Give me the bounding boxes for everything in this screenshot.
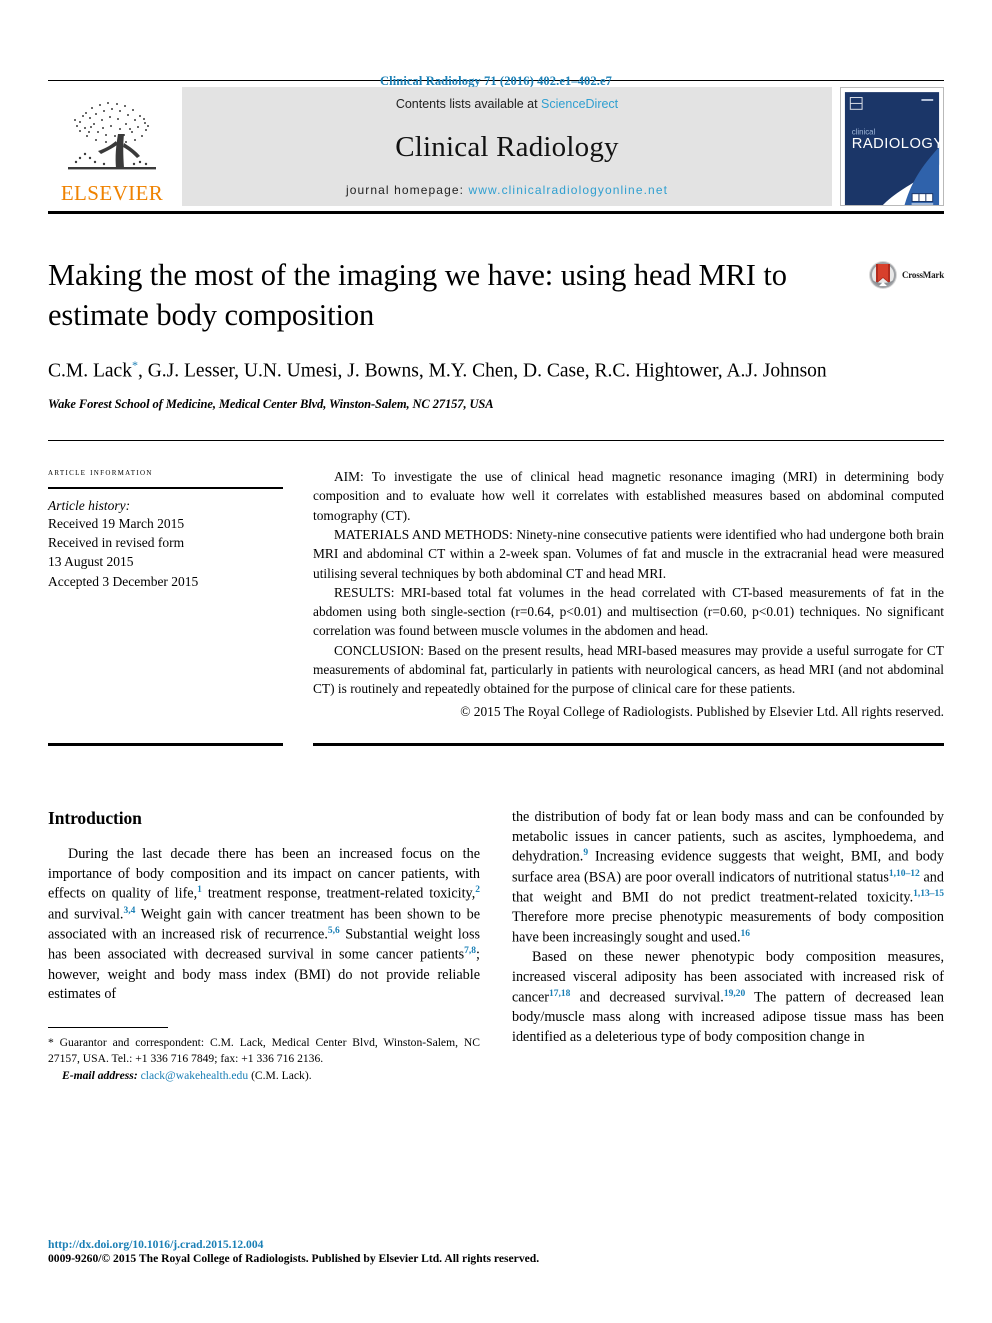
abstract-rule-left	[48, 742, 283, 746]
journal-title: Clinical Radiology	[395, 130, 619, 163]
author-list: C.M. Lack*, G.J. Lesser, U.N. Umesi, J. …	[48, 358, 827, 382]
affiliation: Wake Forest School of Medicine, Medical …	[48, 397, 494, 412]
introduction-paragraph-right-2: Based on these newer phenotypic body com…	[512, 949, 944, 1045]
footnote-block: * Guarantor and correspondent: C.M. Lack…	[48, 1035, 480, 1084]
footnote-divider	[48, 1027, 168, 1029]
abstract-rule-right	[313, 742, 944, 746]
abstract-aim: AIM: To investigate the use of clinical …	[313, 469, 944, 523]
article-history-line: Received 19 March 2015	[48, 516, 185, 532]
article-history-line: 13 August 2015	[48, 554, 134, 570]
body-column-left: Introduction During the last decade ther…	[48, 808, 480, 1084]
masthead-center-band: Contents lists available at ScienceDirec…	[182, 87, 832, 206]
page-footer: http://dx.doi.org/10.1016/j.crad.2015.12…	[48, 1238, 944, 1265]
abstract-copyright: © 2015 The Royal College of Radiologists…	[460, 703, 944, 719]
footnote-email-line: E-mail address: clack@wakehealth.edu (C.…	[48, 1068, 480, 1084]
article-information-heading: Article information	[48, 467, 153, 479]
footnote-correspondence: * Guarantor and correspondent: C.M. Lack…	[48, 1036, 480, 1066]
doi-link[interactable]: http://dx.doi.org/10.1016/j.crad.2015.12…	[48, 1238, 944, 1251]
title-block: Making the most of the imaging we have: …	[48, 256, 944, 412]
journal-homepage-link[interactable]: www.clinicalradiologyonline.net	[469, 183, 669, 197]
abstract-section: Article information Article history: Rec…	[48, 440, 944, 721]
footnote-email-link[interactable]: clack@wakehealth.edu	[141, 1069, 249, 1082]
article-page: Clinical Radiology 71 (2016) 402.e1–402.…	[0, 0, 992, 1323]
article-information-column: Article information Article history: Rec…	[48, 467, 283, 721]
body-columns: Introduction During the last decade ther…	[48, 808, 944, 1084]
introduction-paragraph-left: During the last decade there has been an…	[48, 845, 480, 1003]
article-history-line: Received in revised form	[48, 535, 185, 551]
crossmark-badge[interactable]: CrossMark	[868, 260, 944, 290]
footnote-email-label: E-mail address:	[62, 1068, 138, 1082]
abstract-materials-methods: MATERIALS AND METHODS: Ninety-nine conse…	[313, 526, 944, 581]
elsevier-wordmark: ELSEVIER	[60, 181, 164, 205]
article-history-line: Accepted 3 December 2015	[48, 573, 199, 589]
contents-prefix-text: Contents lists available at	[395, 97, 542, 111]
abstract-column: AIM: To investigate the use of clinical …	[313, 467, 944, 721]
crossmark-label: CrossMark	[901, 270, 944, 280]
elsevier-tree-icon	[68, 102, 156, 170]
svg-text:clinical: clinical	[852, 127, 876, 136]
article-history-label: Article history:	[48, 498, 131, 514]
running-head: Clinical Radiology 71 (2016) 402.e1–402.…	[380, 74, 612, 88]
abstract-conclusion: CONCLUSION: Based on the present results…	[313, 642, 944, 697]
journal-cover-image: clinical RADIOLOGY	[841, 88, 943, 205]
svg-text:RADIOLOGY: RADIOLOGY	[852, 136, 943, 152]
body-column-right: the distribution of body fat or lean bod…	[512, 808, 944, 1084]
footer-copyright: 0009-9260/© 2015 The Royal College of Ra…	[48, 1252, 540, 1265]
article-information-divider	[48, 487, 283, 490]
contents-available-line: Contents lists available at ScienceDirec…	[396, 97, 618, 111]
abstract-results: RESULTS: MRI-based total fat volumes in …	[313, 584, 944, 639]
journal-homepage-line: journal homepage: www.clinicalradiologyo…	[346, 183, 668, 197]
introduction-paragraph-right-1: the distribution of body fat or lean bod…	[512, 808, 944, 946]
footnote-email-suffix: (C.M. Lack).	[251, 1068, 312, 1082]
abstract-bottom-rules	[48, 742, 944, 746]
sciencedirect-link[interactable]: ScienceDirect	[541, 97, 618, 111]
homepage-prefix-text: journal homepage:	[345, 183, 469, 197]
crossmark-icon	[868, 261, 897, 289]
elsevier-logo: ELSEVIER	[48, 87, 176, 206]
journal-cover-thumbnail: clinical RADIOLOGY	[840, 87, 944, 206]
page-title: Making the most of the imaging we have: …	[48, 258, 787, 332]
journal-masthead: ELSEVIER Contents lists available at Sci…	[48, 80, 944, 214]
introduction-heading: Introduction	[48, 807, 142, 828]
